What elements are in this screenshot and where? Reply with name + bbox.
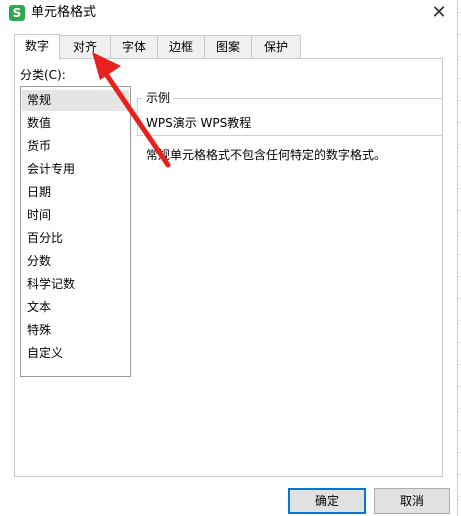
category-item-number[interactable]: 数值: [22, 113, 129, 134]
tab-font[interactable]: 字体: [110, 35, 158, 59]
category-item-custom[interactable]: 自定义: [22, 343, 129, 364]
category-item-currency[interactable]: 货币: [22, 136, 129, 157]
tab-alignment[interactable]: 对齐: [59, 35, 111, 59]
cancel-button[interactable]: 取消: [374, 488, 450, 514]
category-item-percentage[interactable]: 百分比: [22, 228, 129, 249]
category-item-special[interactable]: 特殊: [22, 320, 129, 341]
category-item-text[interactable]: 文本: [22, 297, 129, 318]
sample-legend: 示例: [143, 89, 174, 106]
dialog-title: 单元格格式: [31, 5, 97, 20]
close-icon[interactable]: ✕: [429, 3, 449, 23]
category-item-fraction[interactable]: 分数: [22, 251, 129, 272]
wps-app-icon: S: [9, 5, 25, 21]
category-label: 分类(C):: [20, 68, 66, 82]
tab-protection[interactable]: 保护: [251, 35, 301, 59]
sample-value: WPS演示 WPS教程: [146, 116, 252, 130]
format-cells-dialog: S 单元格格式 ✕ 数字 对齐 字体 边框 图案 保护 分类(C): 常规 数值…: [0, 0, 458, 516]
category-item-time[interactable]: 时间: [22, 205, 129, 226]
tab-pattern[interactable]: 图案: [204, 35, 252, 59]
tab-number[interactable]: 数字: [14, 34, 60, 60]
ok-button[interactable]: 确定: [288, 488, 366, 514]
title-bar: S 单元格格式 ✕: [0, 0, 457, 26]
category-item-general[interactable]: 常规: [22, 90, 129, 111]
category-item-accounting[interactable]: 会计专用: [22, 159, 129, 180]
category-list[interactable]: 常规 数值 货币 会计专用 日期 时间 百分比 分数 科学记数 文本 特殊 自定…: [20, 86, 131, 377]
category-item-date[interactable]: 日期: [22, 182, 129, 203]
tab-border[interactable]: 边框: [157, 35, 205, 59]
format-description: 常规单元格格式不包含任何特定的数字格式。: [146, 148, 387, 162]
category-item-scientific[interactable]: 科学记数: [22, 274, 129, 295]
